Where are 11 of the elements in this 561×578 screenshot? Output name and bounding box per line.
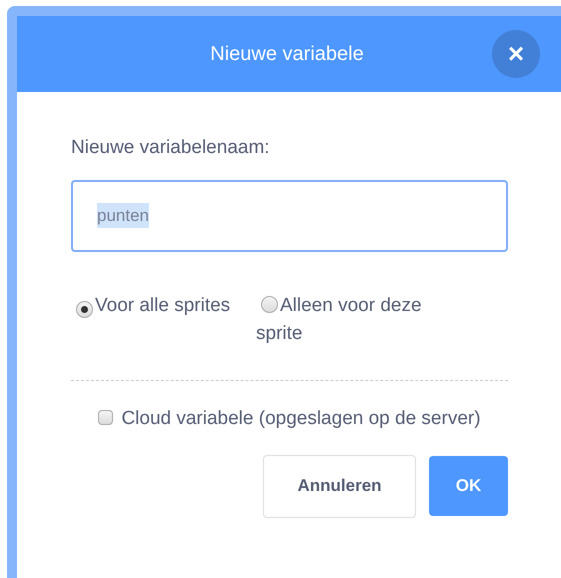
close-button[interactable]: × [492, 30, 540, 78]
field-label: Nieuwe variabelenaam: [71, 136, 271, 160]
cancel-button[interactable]: Annuleren [263, 454, 416, 518]
dialog-title: Nieuwe variabele [210, 42, 364, 67]
cloud-checkbox-option[interactable]: Cloud variabele (opgeslagen op de server) [98, 408, 481, 428]
radio-option[interactable]: Alleen voor deze sprite [256, 292, 441, 348]
radio-button[interactable] [261, 296, 278, 312]
radio-button[interactable] [76, 300, 93, 318]
checkbox[interactable] [98, 410, 114, 424]
field-value: punten [97, 202, 149, 228]
radio-option[interactable]: Voor alle sprites [71, 292, 230, 320]
